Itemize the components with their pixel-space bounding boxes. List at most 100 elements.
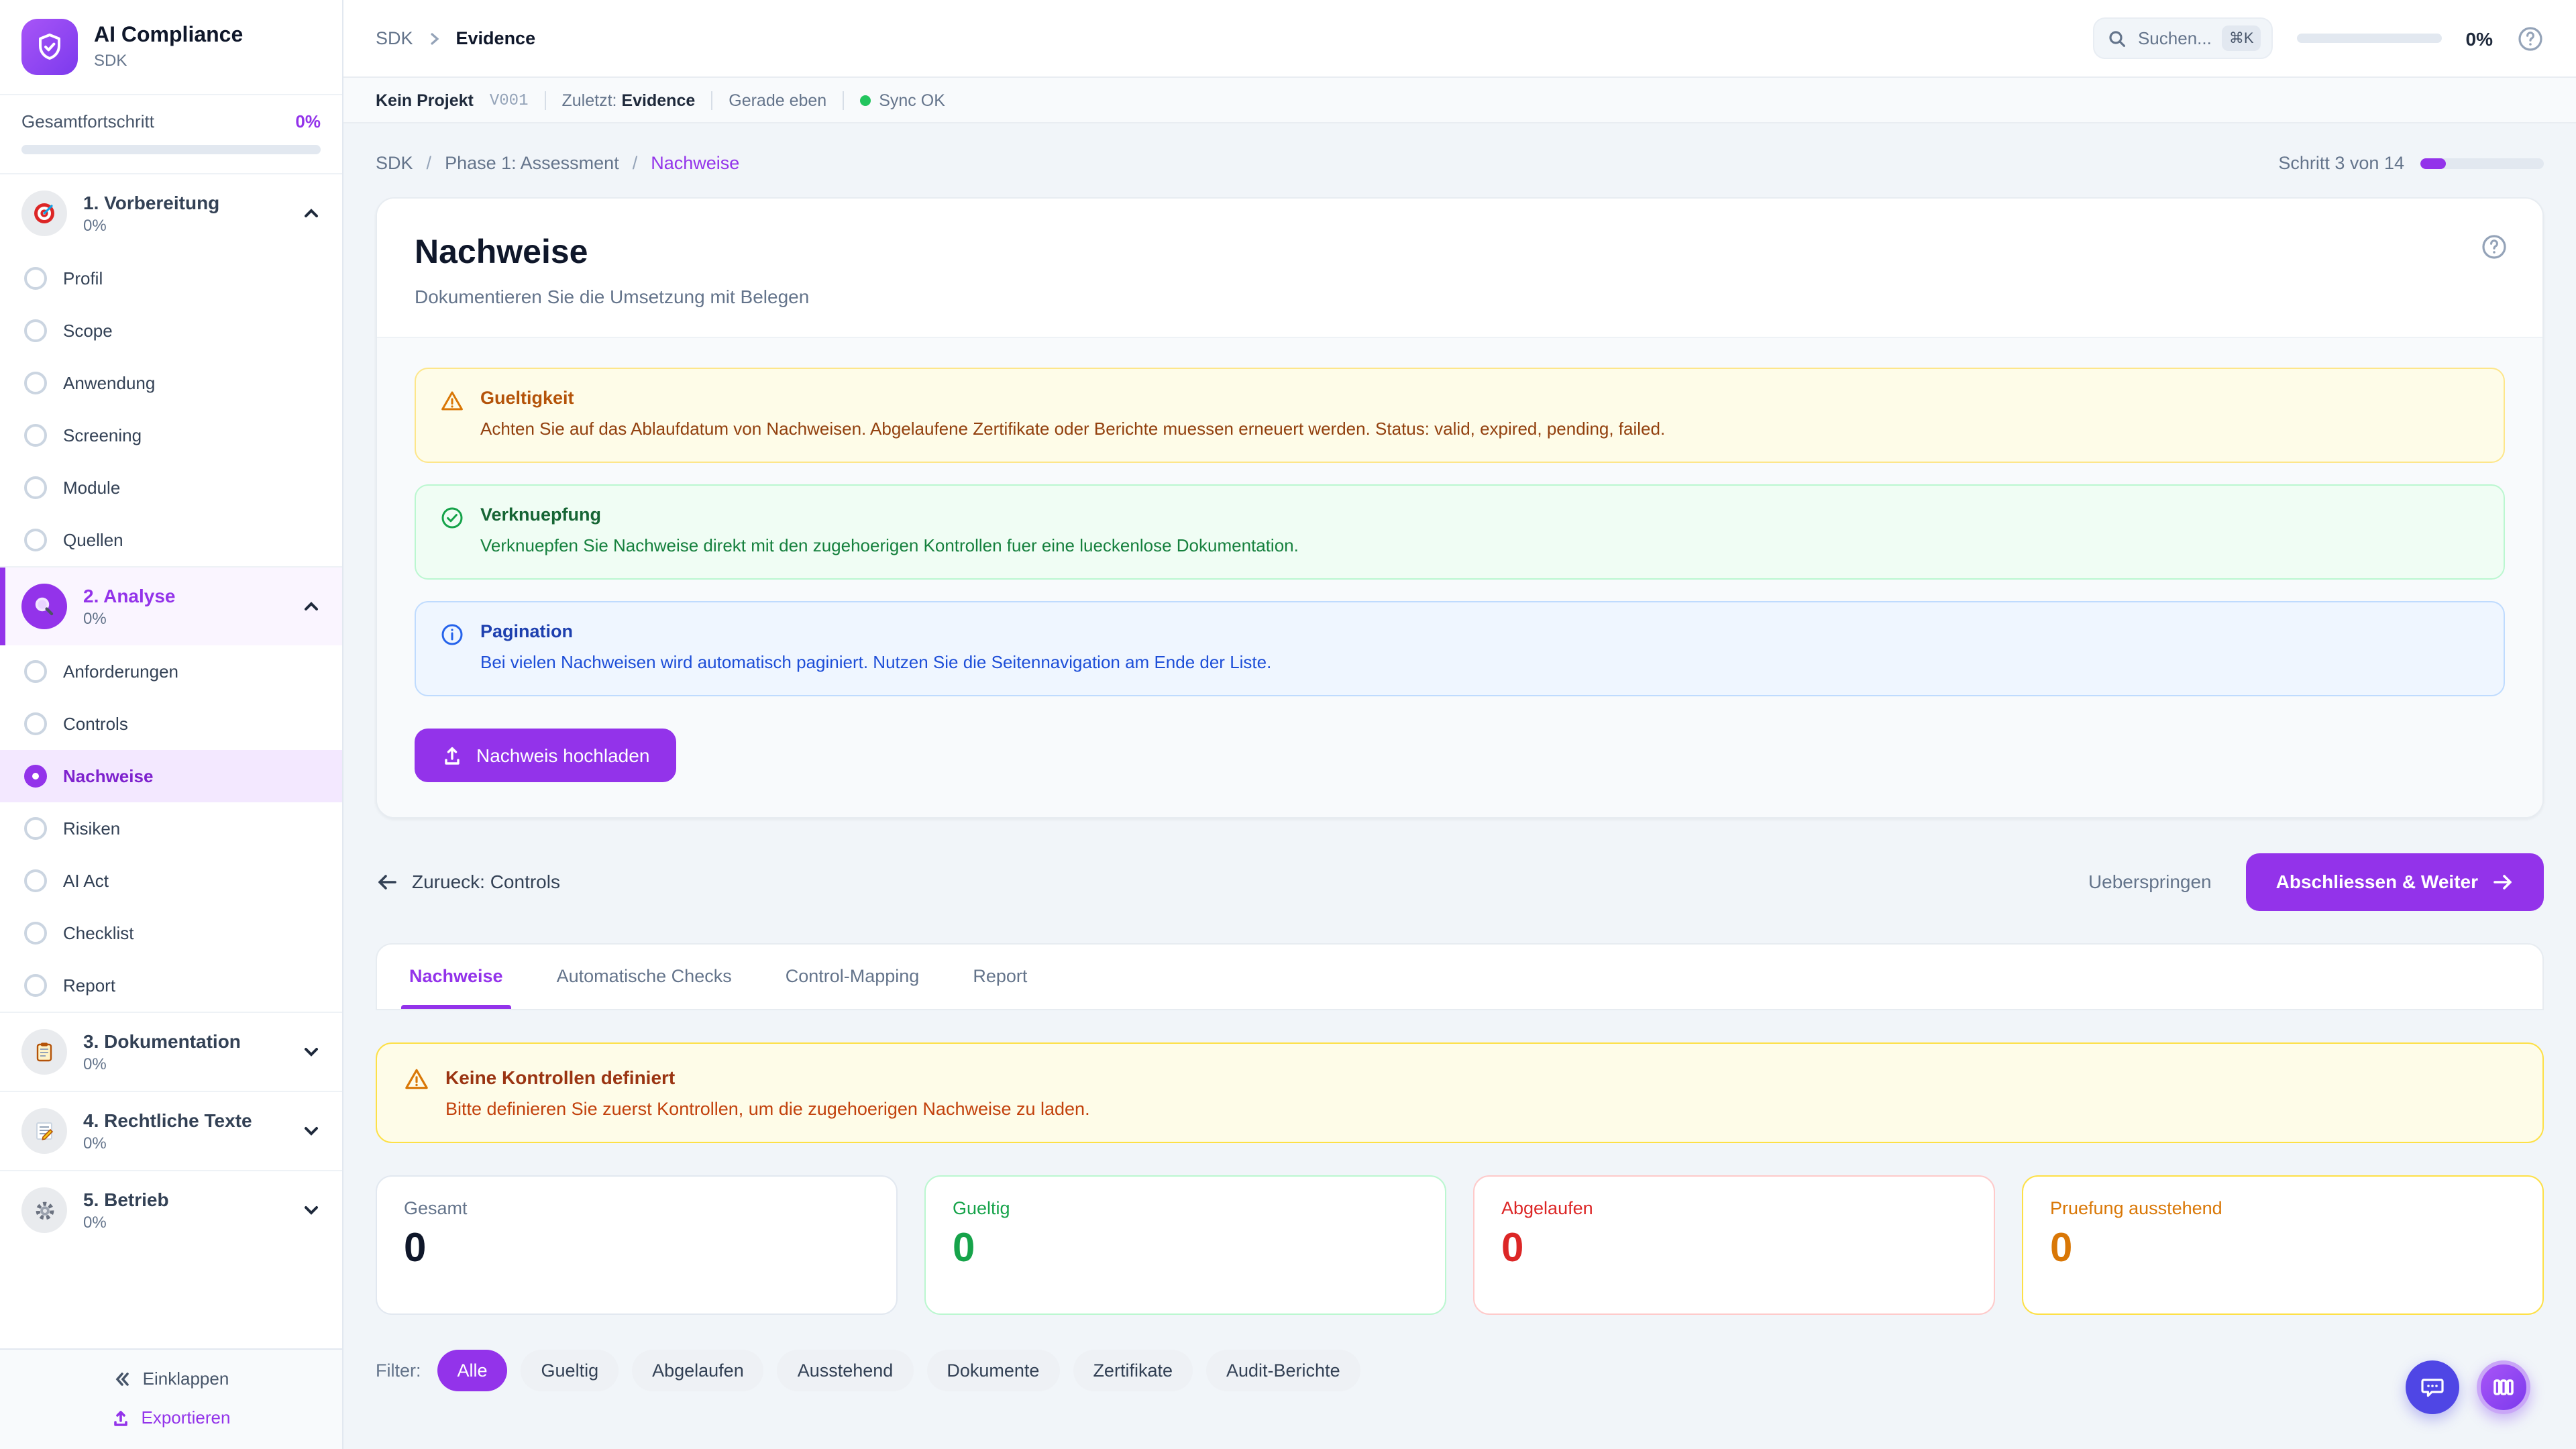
header-progress-bar	[2297, 34, 2442, 43]
phase-percent: 0%	[83, 1134, 286, 1152]
sidebar-item-label: Anforderungen	[63, 661, 178, 682]
breadcrumb: SDK / Phase 1: Assessment / Nachweise	[376, 153, 739, 173]
page-content: SDK / Phase 1: Assessment / Nachweise Sc…	[343, 123, 2576, 1449]
export-button[interactable]: Exportieren	[112, 1407, 231, 1428]
breadcrumb-phase[interactable]: Phase 1: Assessment	[445, 153, 619, 173]
phase-section-rechtliche-texte[interactable]: 4. Rechtliche Texte 0%	[0, 1092, 342, 1170]
sidebar-item-module[interactable]: Module	[0, 462, 342, 514]
stat-value: 0	[953, 1226, 1418, 1271]
version-badge: V001	[490, 91, 529, 109]
chevron-down-icon	[302, 1122, 321, 1140]
sidebar-item-ai-act[interactable]: AI Act	[0, 855, 342, 907]
phase-section-vorbereitung[interactable]: 1. Vorbereitung 0%	[0, 174, 342, 252]
complete-next-button[interactable]: Abschliessen & Weiter	[2247, 853, 2544, 910]
sidebar-item-label: AI Act	[63, 871, 109, 891]
sidebar-item-anwendung[interactable]: Anwendung	[0, 357, 342, 409]
breadcrumb-sdk[interactable]: SDK	[376, 153, 413, 173]
filter-chip-zertifikate[interactable]: Zertifikate	[1073, 1349, 1193, 1391]
sidebar-item-label: Module	[63, 478, 120, 498]
main-area: SDK Evidence Suchen... ⌘K 0% Kein Projek…	[343, 0, 2576, 1449]
phase-percent: 0%	[83, 216, 286, 235]
search-input[interactable]: Suchen... ⌘K	[2094, 17, 2273, 59]
step-progress-bar	[2420, 158, 2544, 168]
filter-chip-audit-berichte[interactable]: Audit-Berichte	[1206, 1349, 1360, 1391]
chevron-up-icon	[302, 204, 321, 223]
chevron-down-icon	[302, 1201, 321, 1220]
tab-control-mapping[interactable]: Control-Mapping	[786, 944, 920, 1008]
filter-chip-abgelaufen[interactable]: Abgelaufen	[632, 1349, 764, 1391]
tab-report[interactable]: Report	[973, 944, 1027, 1008]
filter-chip-dokumente[interactable]: Dokumente	[926, 1349, 1059, 1391]
project-name: Kein Projekt	[376, 91, 474, 109]
phase-section-analyse[interactable]: 2. Analyse 0%	[0, 568, 342, 645]
stats-row: Gesamt 0 Gueltig 0 Abgelaufen 0 Pruefung…	[376, 1175, 2544, 1314]
divider	[545, 91, 546, 109]
back-link[interactable]: Zurueck: Controls	[376, 870, 560, 893]
keyboard-shortcut-badge: ⌘K	[2222, 25, 2261, 51]
overall-progress-value: 0%	[295, 111, 321, 131]
phase-section-dokumentation[interactable]: 3. Dokumentation 0%	[0, 1013, 342, 1091]
columns-button[interactable]	[2477, 1360, 2530, 1414]
sidebar-item-risiken[interactable]: Risiken	[0, 802, 342, 855]
alert-body: Verknuepfen Sie Nachweise direkt mit den…	[480, 534, 1299, 559]
tab-nachweise[interactable]: Nachweise	[409, 944, 503, 1008]
sync-ok-dot-icon	[860, 95, 871, 105]
chat-button[interactable]	[2406, 1360, 2459, 1414]
sidebar-item-nachweise[interactable]: Nachweise	[0, 750, 342, 802]
search-icon	[2108, 29, 2127, 48]
app-window: AI Compliance SDK Gesamtfortschritt 0%	[0, 0, 2576, 1449]
alert-pagination: Pagination Bei vielen Nachweisen wird au…	[415, 600, 2505, 696]
radio-icon	[24, 922, 47, 945]
filter-chip-alle[interactable]: Alle	[437, 1349, 508, 1391]
check-circle-icon	[440, 506, 464, 559]
sidebar-item-profil[interactable]: Profil	[0, 252, 342, 305]
sidebar-item-anforderungen[interactable]: Anforderungen	[0, 645, 342, 698]
sidebar-item-checklist[interactable]: Checklist	[0, 907, 342, 959]
arrow-right-icon	[2491, 870, 2514, 893]
sidebar-item-label: Risiken	[63, 818, 120, 839]
columns-icon	[2491, 1375, 2516, 1399]
tab-automatische-checks[interactable]: Automatische Checks	[557, 944, 732, 1008]
alert-gueltigkeit: Gueltigkeit Achten Sie auf das Ablaufdat…	[415, 368, 2505, 463]
sidebar-item-controls[interactable]: Controls	[0, 698, 342, 750]
topbar: SDK Evidence Suchen... ⌘K 0%	[343, 0, 2576, 78]
radio-selected-icon	[24, 765, 47, 788]
sidebar-item-scope[interactable]: Scope	[0, 305, 342, 357]
filter-row: Filter: Alle Gueltig Abgelaufen Ausstehe…	[376, 1349, 2544, 1391]
warning-triangle-icon	[440, 389, 464, 443]
phase-nav: 1. Vorbereitung 0% Profil Scope Anwendun…	[0, 174, 342, 1348]
stat-value: 0	[2050, 1226, 2516, 1271]
collapse-sidebar-button[interactable]: Einklappen	[113, 1368, 229, 1389]
upload-evidence-button[interactable]: Nachweis hochladen	[415, 728, 676, 782]
step-progress: Schritt 3 von 14	[2278, 153, 2544, 173]
help-icon[interactable]	[2481, 233, 2508, 260]
sidebar-item-screening[interactable]: Screening	[0, 409, 342, 462]
help-icon[interactable]	[2517, 25, 2544, 52]
warning-triangle-icon	[404, 1066, 429, 1118]
phase-percent: 0%	[83, 609, 286, 628]
filter-chip-gueltig[interactable]: Gueltig	[521, 1349, 619, 1391]
alert-body: Achten Sie auf das Ablaufdatum von Nachw…	[480, 417, 1665, 443]
phase-section-betrieb[interactable]: 5. Betrieb 0%	[0, 1171, 342, 1249]
page-title: Nachweise	[415, 233, 2505, 272]
wizard-nav-row: Zurueck: Controls Ueberspringen Abschlie…	[376, 853, 2544, 910]
stat-pruefung-ausstehend: Pruefung ausstehend 0	[2022, 1175, 2544, 1314]
sidebar-item-label: Screening	[63, 425, 142, 445]
stat-abgelaufen: Abgelaufen 0	[1473, 1175, 1995, 1314]
radio-icon	[24, 319, 47, 342]
sidebar-item-quellen[interactable]: Quellen	[0, 514, 342, 566]
breadcrumb-root[interactable]: SDK	[376, 28, 413, 48]
target-icon	[21, 191, 67, 236]
page-breadcrumb-row: SDK / Phase 1: Assessment / Nachweise Sc…	[376, 153, 2544, 173]
filter-label: Filter:	[376, 1360, 421, 1380]
sidebar-item-label: Anwendung	[63, 373, 155, 393]
skip-button[interactable]: Ueberspringen	[2088, 871, 2212, 892]
phase-label: 5. Betrieb	[83, 1189, 286, 1210]
radio-icon	[24, 974, 47, 997]
filter-chip-ausstehend[interactable]: Ausstehend	[777, 1349, 914, 1391]
sidebar-item-report[interactable]: Report	[0, 959, 342, 1012]
radio-icon	[24, 476, 47, 499]
last-step: Zuletzt: Evidence	[562, 91, 696, 109]
last-updated: Gerade eben	[729, 91, 826, 109]
tab-bar: Nachweise Automatische Checks Control-Ma…	[376, 943, 2544, 1010]
